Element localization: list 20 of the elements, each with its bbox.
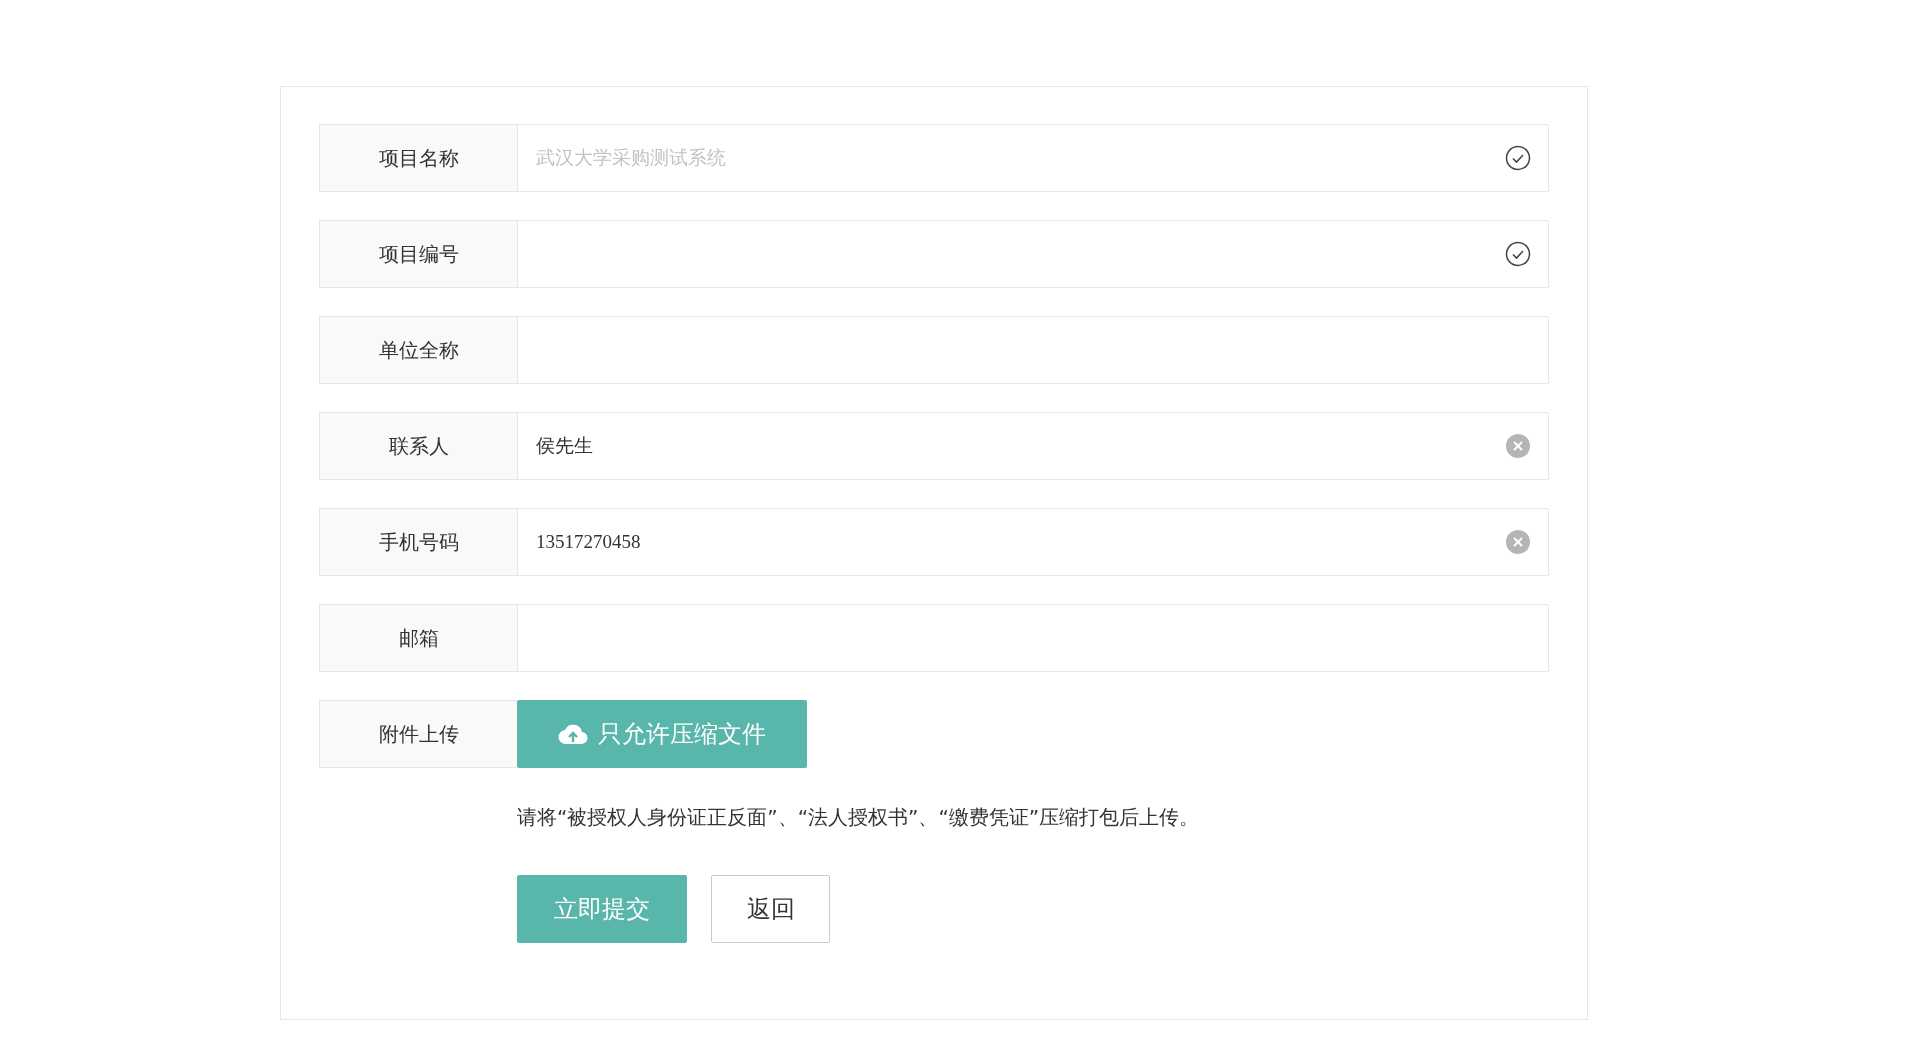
input-field[interactable] xyxy=(517,604,1549,672)
field-label: 项目名称 xyxy=(319,124,517,192)
upload-hint: 请将“被授权人身份证正反面”、“法人授权书”、“缴费凭证”压缩打包后上传。 xyxy=(517,804,1201,831)
input-field[interactable] xyxy=(517,220,1549,288)
field-label: 附件上传 xyxy=(319,700,517,768)
field-label: 邮箱 xyxy=(319,604,517,672)
back-button[interactable]: 返回 xyxy=(711,875,830,943)
input-field[interactable]: 侯先生 xyxy=(517,412,1549,480)
input-field[interactable] xyxy=(517,316,1549,384)
input-field[interactable]: 13517270458 xyxy=(517,508,1549,576)
field-label: 项目编号 xyxy=(319,220,517,288)
check-circle-icon xyxy=(1505,145,1531,171)
clear-icon[interactable] xyxy=(1505,433,1531,459)
cloud-upload-icon xyxy=(558,723,588,745)
clear-icon[interactable] xyxy=(1505,529,1531,555)
field-label: 联系人 xyxy=(319,412,517,480)
check-circle-icon xyxy=(1505,241,1531,267)
field-label: 单位全称 xyxy=(319,316,517,384)
input-field[interactable]: 武汉大学采购测试系统 xyxy=(517,124,1549,192)
field-label: 手机号码 xyxy=(319,508,517,576)
